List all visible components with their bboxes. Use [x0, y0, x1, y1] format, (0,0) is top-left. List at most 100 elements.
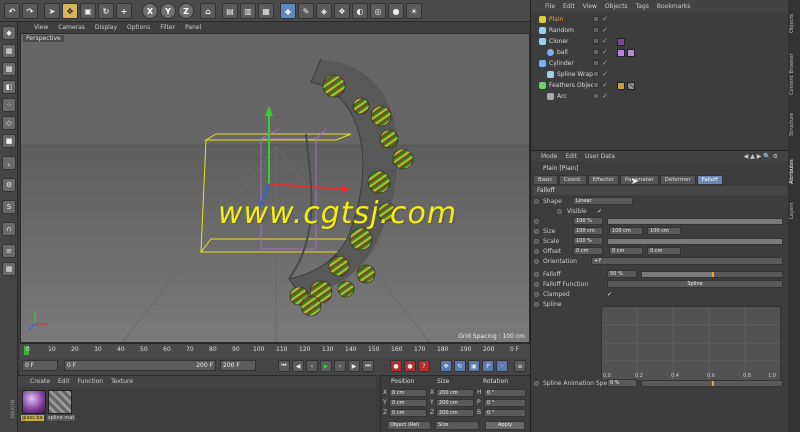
prev-key-icon[interactable]: ◀ [292, 360, 304, 372]
cube-icon[interactable]: ◆ [280, 3, 296, 19]
visibility-toggle[interactable] [593, 49, 599, 55]
move-icon[interactable]: ✥ [62, 3, 78, 19]
material-tag-icon[interactable] [627, 49, 635, 57]
object-row-random[interactable]: Random ✓ [531, 26, 789, 36]
visibility-toggle[interactable] [593, 16, 599, 22]
camera-icon[interactable]: ● [388, 3, 404, 19]
prev-frame-icon[interactable]: ‹ [306, 360, 318, 372]
om-menu-view[interactable]: View [583, 3, 597, 10]
cloner-icon[interactable]: ❖ [334, 3, 350, 19]
side-tab-layers[interactable]: Layers [789, 196, 799, 226]
enabled-check[interactable]: ✓ [602, 92, 608, 100]
material-tag-icon[interactable] [627, 82, 635, 90]
spline-speed-slider[interactable] [641, 380, 783, 387]
am-menu-edit[interactable]: Edit [565, 153, 577, 160]
animate-dot[interactable] [557, 209, 562, 214]
object-row-cylinder[interactable]: Cylinder ✓ [531, 59, 789, 69]
make-editable-icon[interactable]: ◆ [2, 26, 16, 40]
move-key-icon[interactable]: ✥ [440, 360, 452, 372]
material-menu-create[interactable]: Create [30, 378, 50, 385]
tab-deformer[interactable]: Deformer [659, 175, 696, 185]
offset-z-field[interactable]: 0 cm [647, 247, 681, 255]
viewport-menu-options[interactable]: Options [127, 24, 150, 31]
material-tag-icon[interactable] [617, 49, 625, 57]
y-axis-button[interactable]: Y [160, 3, 176, 19]
enabled-check[interactable]: ✓ [602, 70, 608, 78]
material-menu-texture[interactable]: Texture [111, 378, 133, 385]
enabled-check[interactable]: ✓ [602, 15, 608, 23]
add-icon[interactable]: + [116, 3, 132, 19]
visibility-toggle[interactable] [593, 93, 599, 99]
material-thumbnail[interactable] [22, 390, 46, 414]
animate-dot[interactable] [534, 219, 539, 224]
tab-coord[interactable]: Coord. [558, 175, 587, 185]
scale-key-icon[interactable]: ▣ [468, 360, 480, 372]
falloff-field[interactable]: 50 % [607, 270, 637, 278]
start-frame-field[interactable]: 0 F [22, 360, 58, 371]
coord-size-select[interactable]: Size [435, 421, 479, 430]
animate-dot[interactable] [534, 302, 539, 307]
object-row-spline-wrap[interactable]: Spline Wrap ✓ [531, 70, 789, 80]
position-x-field[interactable]: 0 cm [389, 389, 427, 397]
material-name[interactable]: glass ba [21, 415, 44, 421]
scale-slider[interactable] [607, 238, 783, 245]
enabled-check[interactable]: ✓ [602, 48, 608, 56]
weight-field[interactable]: 100 % [573, 217, 603, 225]
material-menu-function[interactable]: Function [78, 378, 104, 385]
animate-dot[interactable] [534, 239, 539, 244]
rotate-icon[interactable]: ↻ [98, 3, 114, 19]
enabled-check[interactable]: ✓ [602, 81, 608, 89]
size-x-field[interactable]: 100 cm [573, 227, 603, 235]
enabled-check[interactable]: ✓ [602, 59, 608, 67]
next-key-icon[interactable]: ▶ [348, 360, 360, 372]
deformer-icon[interactable]: ◐ [352, 3, 368, 19]
visibility-toggle[interactable] [593, 27, 599, 33]
om-menu-edit[interactable]: Edit [563, 3, 575, 10]
weight-slider[interactable] [607, 218, 783, 225]
z-axis-button[interactable]: Z [178, 3, 194, 19]
animate-dot[interactable] [534, 249, 539, 254]
viewport-menu-filter[interactable]: Filter [160, 24, 175, 31]
preview-range-slider[interactable]: 0 F 200 F [64, 360, 216, 371]
tab-parameter[interactable]: Parameter [620, 175, 659, 185]
pen-icon[interactable]: ✎ [298, 3, 314, 19]
enabled-check[interactable]: ✓ [602, 37, 608, 45]
om-menu-bookmarks[interactable]: Bookmarks [657, 3, 691, 10]
play-icon[interactable]: ▶ [320, 360, 332, 372]
visibility-toggle[interactable] [593, 82, 599, 88]
falloff-function-select[interactable]: Spline [607, 280, 783, 288]
go-to-start-icon[interactable]: ⏮ [278, 360, 290, 372]
orientation-select[interactable]: +Y [591, 257, 783, 265]
points-mode-icon[interactable]: ⁘ [2, 98, 16, 112]
am-menu-user-data[interactable]: User Data [585, 153, 615, 160]
position-z-field[interactable]: 0 cm [389, 409, 427, 417]
visibility-toggle[interactable] [593, 71, 599, 77]
render-picture-icon[interactable]: ▥ [240, 3, 256, 19]
param-key-icon[interactable]: P [482, 360, 494, 372]
enabled-check[interactable]: ✓ [602, 26, 608, 34]
spline-graph[interactable]: 0.0 0.2 0.4 0.6 0.8 1.0 [601, 306, 781, 381]
clamped-checkbox[interactable]: ✓ [607, 291, 612, 298]
offset-x-field[interactable]: 0 cm [573, 247, 603, 255]
keyframe-selection-icon[interactable]: ? [418, 360, 430, 372]
animate-dot[interactable] [534, 259, 539, 264]
tab-falloff[interactable]: Falloff [696, 175, 723, 185]
object-row-cloner[interactable]: Cloner ✓ [531, 37, 789, 47]
tab-effector[interactable]: Effector [587, 175, 620, 185]
tab-basic[interactable]: Basic [533, 175, 558, 185]
visibility-toggle[interactable] [593, 60, 599, 66]
om-menu-tags[interactable]: Tags [636, 3, 649, 10]
size-y-field[interactable]: 100 cm [609, 227, 643, 235]
animate-dot[interactable] [534, 272, 539, 277]
coordinate-system-icon[interactable]: ⌂ [200, 3, 216, 19]
side-tab-content-browser[interactable]: Content Browser [789, 48, 799, 100]
end-frame-field[interactable]: 200 F [220, 360, 256, 371]
subdivision-icon[interactable]: ◈ [316, 3, 332, 19]
side-tab-objects[interactable]: Objects [789, 4, 799, 44]
om-menu-objects[interactable]: Objects [605, 3, 628, 10]
snap-icon[interactable]: S [2, 200, 16, 214]
layer-icon[interactable]: ≡ [2, 244, 16, 258]
object-row-plain[interactable]: Plain ✓ [531, 15, 789, 25]
magnet-icon[interactable]: ∩ [2, 222, 16, 236]
polygons-mode-icon[interactable]: ■ [2, 134, 16, 148]
